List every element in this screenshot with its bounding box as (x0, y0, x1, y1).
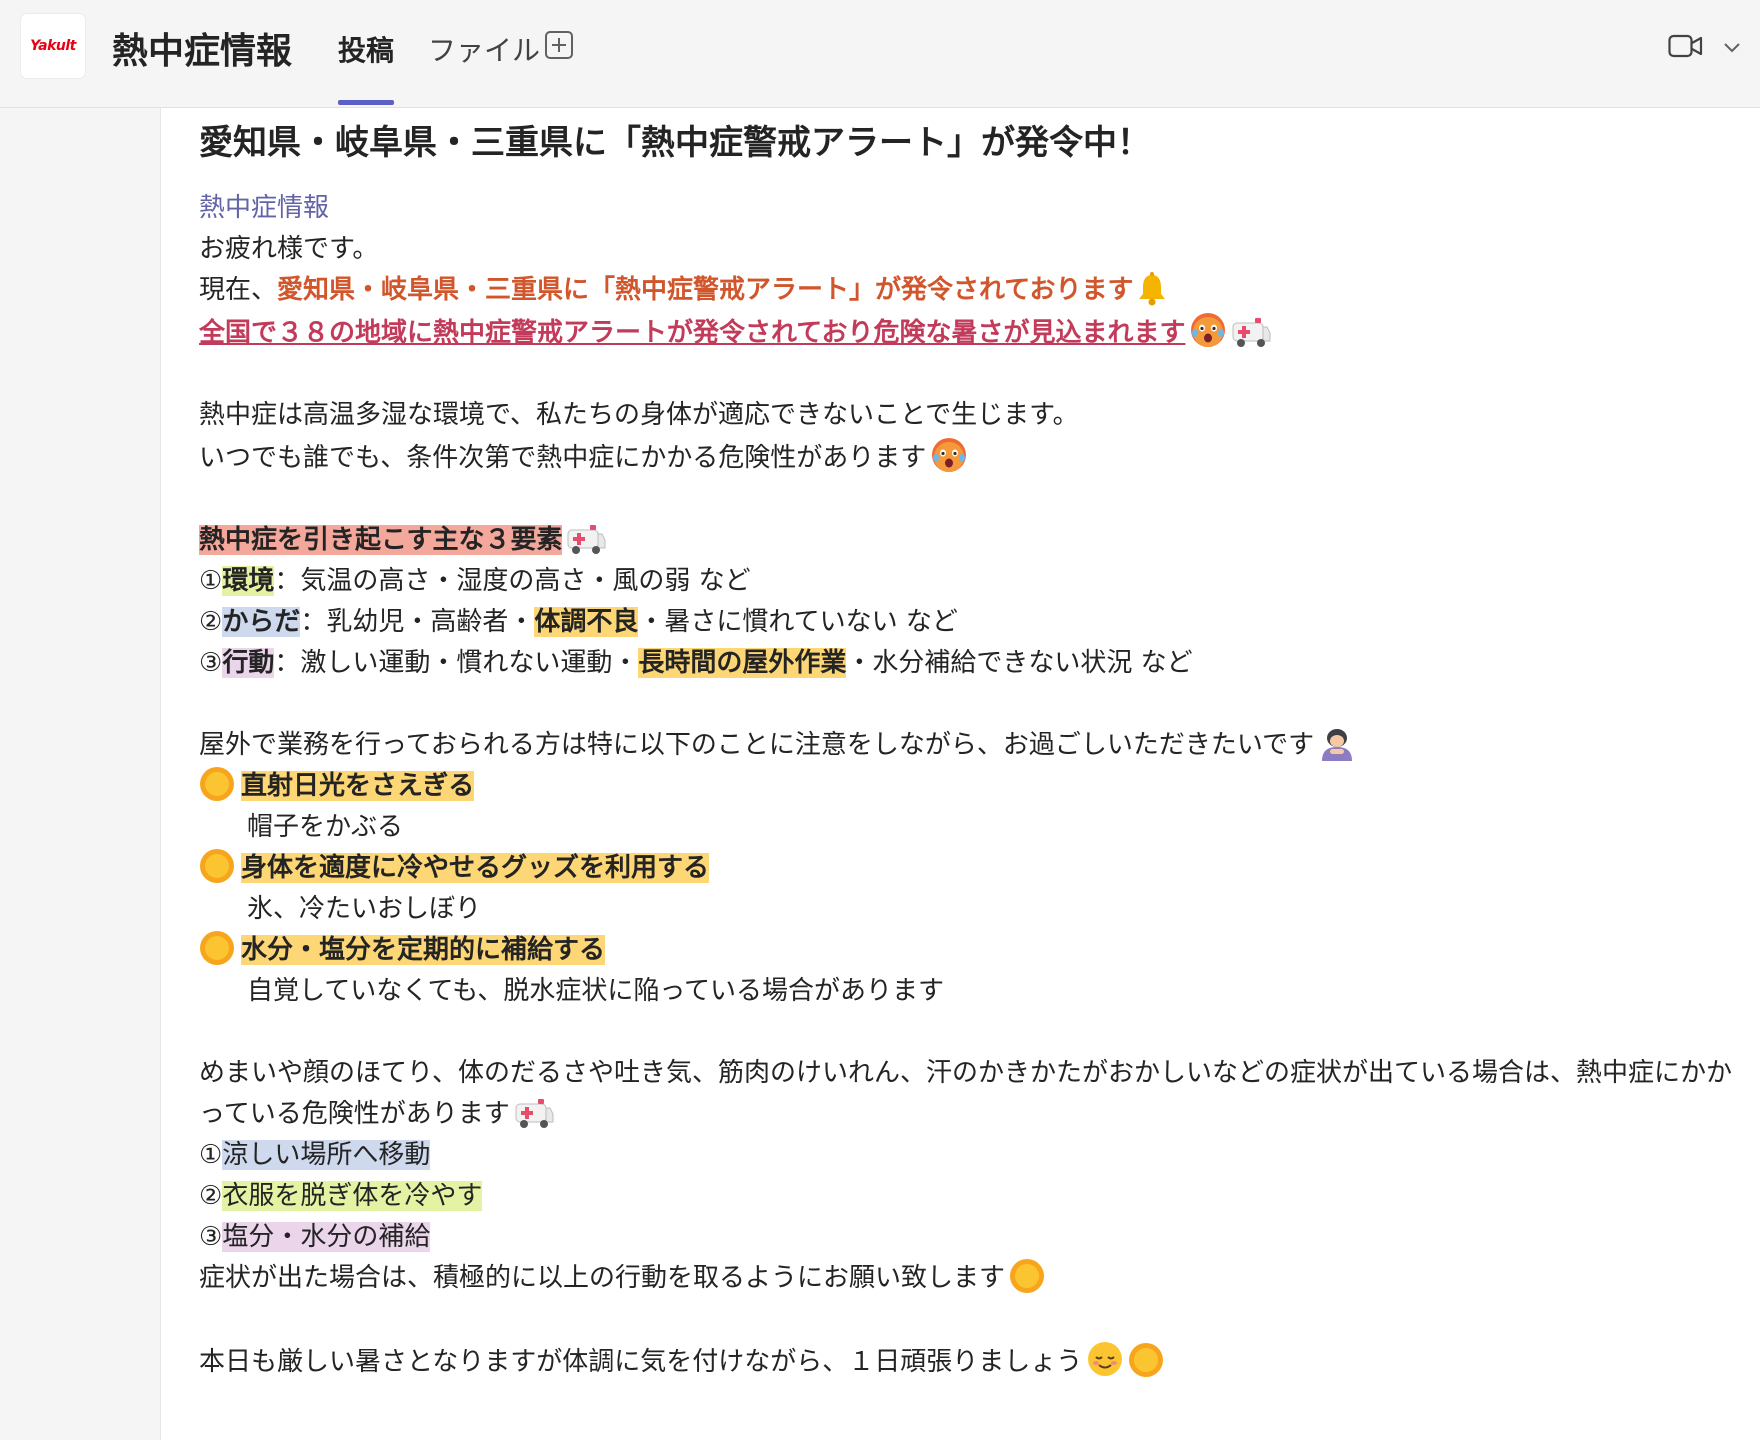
ambulance-emoji (1231, 315, 1271, 349)
ambulance-emoji (566, 522, 606, 556)
factor-label: 行動 (222, 648, 275, 678)
action-item: ①涼しい場所へ移動 (199, 1135, 1739, 1176)
factor-item-environment: ①環境：気温の高さ・湿度の高さ・風の弱 など (199, 561, 1739, 602)
tip-title: 直射日光をさえぎる (241, 771, 475, 801)
tab-posts[interactable]: 投稿 (338, 29, 394, 69)
action-number: ③ (199, 1222, 223, 1252)
factor-label: からだ (222, 607, 301, 637)
action-number: ② (199, 1181, 223, 1211)
sun-emoji (1128, 1342, 1164, 1378)
factors-title: 熱中症を引き起こす主な３要素 (199, 525, 563, 555)
action-text: 涼しい場所へ移動 (222, 1140, 431, 1170)
national-alert-link[interactable]: 全国で３８の地域に熱中症警戒アラートが発令されており危険な暑さが見込まれます (199, 318, 1185, 348)
team-logo-text: Yakult (30, 38, 76, 54)
channel-header: Yakult 熱中症情報 投稿 ファイル (0, 0, 1760, 108)
tip-title: 身体を適度に冷やせるグッズを利用する (241, 853, 710, 883)
channel-title: 熱中症情報 (112, 31, 293, 72)
factor-label: 環境 (222, 566, 275, 596)
factor-highlight: 体調不良 (534, 607, 639, 637)
video-call-icon[interactable] (1668, 33, 1704, 59)
ambulance-emoji (514, 1096, 554, 1130)
alert-text: 愛知県・岐阜県・三重県に「熱中症警戒アラート」が発令されております (277, 275, 1134, 305)
hot-face-emoji (930, 436, 968, 474)
symptoms-text: めまいや顔のほてり、体のだるさや吐き気、筋肉のけいれん、汗のかきかたがおかしいな… (199, 1058, 1732, 1129)
sun-emoji (199, 848, 235, 884)
tip-detail: 自覚していなくても、脱水症状に陥っている場合があります (247, 976, 945, 1006)
sun-emoji (199, 766, 235, 802)
tab-files[interactable]: ファイル (428, 29, 540, 69)
chevron-down-icon[interactable] (1720, 38, 1744, 56)
bell-emoji (1137, 272, 1167, 306)
factor-text: ：激しい運動・慣れない運動・ (274, 648, 639, 678)
intro-line-1: 熱中症は高温多湿な環境で、私たちの身体が適応できないことで生じます。 (199, 400, 1079, 430)
tip-item: 水分・塩分を定期的に補給する (199, 930, 1739, 971)
factor-text: ・水分補給できない状況 など (846, 648, 1193, 678)
factor-text: ：気温の高さ・湿度の高さ・風の弱 など (274, 566, 751, 596)
sun-emoji (1009, 1258, 1045, 1294)
factor-item-body: ②からだ：乳幼児・高齢者・体調不良・暑さに慣れていない など (199, 602, 1739, 643)
action-item: ②衣服を脱ぎ体を冷やす (199, 1176, 1739, 1217)
tip-item: 身体を適度に冷やせるグッズを利用する (199, 848, 1739, 889)
hot-face-emoji (1189, 311, 1227, 349)
add-tab-icon[interactable] (545, 31, 573, 59)
action-item: ③塩分・水分の補給 (199, 1217, 1739, 1258)
factor-number: ③ (199, 648, 223, 678)
bowing-person-emoji (1318, 725, 1356, 761)
action-text: 衣服を脱ぎ体を冷やす (222, 1181, 483, 1211)
action-text: 塩分・水分の補給 (222, 1222, 431, 1252)
action-request: 症状が出た場合は、積極的に以上の行動を取るようにお願い致します (199, 1263, 1006, 1293)
factor-highlight: 長時間の屋外作業 (638, 648, 847, 678)
channel-mention[interactable]: 熱中症情報 (199, 193, 329, 223)
active-tab-indicator (338, 100, 394, 105)
factor-number: ① (199, 566, 223, 596)
tip-detail: 氷、冷たいおしぼり (247, 894, 482, 924)
team-logo[interactable]: Yakult (21, 14, 85, 78)
factor-text: ：乳幼児・高齢者・ (300, 607, 535, 637)
action-number: ① (199, 1140, 223, 1170)
post-content: 愛知県・岐阜県・三重県に「熱中症警戒アラート」が発令中！ 熱中症情報 お疲れ様で… (199, 120, 1739, 1383)
tip-detail: 帽子をかぶる (247, 812, 404, 842)
factor-number: ② (199, 607, 223, 637)
closing-text: 本日も厳しい暑さとなりますが体調に気を付けながら、１日頑張りましょう (199, 1347, 1083, 1377)
relieved-face-emoji (1086, 1340, 1124, 1378)
outdoor-intro: 屋外で業務を行っておられる方は特に以下のことに注意をしながら、お過ごしいただきた… (199, 730, 1315, 760)
greeting-text: お疲れ様です。 (199, 234, 379, 264)
sun-emoji (199, 930, 235, 966)
tip-title: 水分・塩分を定期的に補給する (241, 935, 606, 965)
factor-text: ・暑さに慣れていない など (638, 607, 958, 637)
post-subject: 愛知県・岐阜県・三重県に「熱中症警戒アラート」が発令中！ (199, 123, 1151, 163)
alert-prefix: 現在、 (199, 275, 278, 305)
intro-line-2: いつでも誰でも、条件次第で熱中症にかかる危険性があります (199, 443, 927, 473)
post-card: 愛知県・岐阜県・三重県に「熱中症警戒アラート」が発令中！ 熱中症情報 お疲れ様で… (160, 108, 1760, 1440)
tip-item: 直射日光をさえぎる (199, 766, 1739, 807)
factor-item-behavior: ③行動：激しい運動・慣れない運動・長時間の屋外作業・水分補給できない状況 など (199, 643, 1739, 684)
